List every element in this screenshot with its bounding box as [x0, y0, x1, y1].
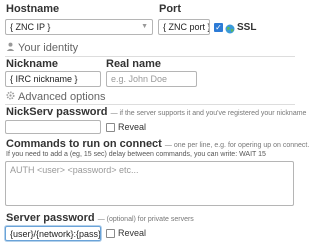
server-password-hint: — (optional) for private servers	[97, 216, 194, 223]
advanced-section-header: Advanced options	[6, 91, 105, 103]
realname-field[interactable]: e.g. John Doe	[106, 71, 197, 87]
nickserv-password-field[interactable]	[5, 120, 101, 134]
commands-hint-second-line: If you need to add a (eg, 15 sec) delay …	[6, 151, 266, 158]
port-label: Port	[159, 3, 181, 15]
hostname-field[interactable]: { ZNC IP } ▼	[5, 19, 153, 35]
commands-label: Commands to run on connect — one per lin…	[6, 138, 309, 150]
user-icon	[6, 42, 18, 54]
nickname-value: { IRC nickname }	[10, 74, 78, 84]
port-field[interactable]: { ZNC port }	[158, 19, 210, 35]
realname-placeholder: e.g. John Doe	[111, 74, 168, 84]
server-password-reveal-checkbox[interactable]	[106, 229, 115, 238]
server-password-label: Server password — (optional) for private…	[6, 212, 194, 224]
nickserv-label: NickServ password — if the server suppor…	[6, 106, 306, 118]
advanced-section-title: Advanced options	[18, 91, 106, 103]
ssl-checkbox[interactable]: ✓	[214, 23, 223, 32]
identity-section-header: Your identity	[6, 42, 78, 54]
nickname-field[interactable]: { IRC nickname }	[5, 71, 101, 87]
hostname-value: { ZNC IP }	[10, 22, 51, 32]
server-password-field[interactable]: {user}/{network}:{pass}	[5, 226, 101, 241]
identity-section-title: Your identity	[18, 42, 79, 54]
nickname-label: Nickname	[6, 58, 58, 70]
realname-label: Real name	[106, 58, 162, 70]
commands-placeholder: AUTH <user> <password> etc...	[10, 165, 139, 175]
server-password-reveal-label: Reveal	[118, 228, 147, 238]
nickserv-reveal-label: Reveal	[118, 122, 147, 132]
hostname-label: Hostname	[6, 3, 60, 15]
commands-label-text: Commands to run on connect	[6, 138, 162, 150]
nickserv-label-text: NickServ password	[6, 106, 108, 118]
commands-textarea[interactable]: AUTH <user> <password> etc...	[5, 161, 294, 206]
ssl-globe-icon	[225, 21, 235, 39]
gear-icon	[6, 91, 18, 103]
divider	[5, 104, 295, 105]
divider	[5, 56, 295, 57]
nickserv-hint: — if the server supports it and you've r…	[110, 110, 307, 117]
server-password-value: {user}/{network}:{pass}	[10, 228, 101, 239]
port-value: { ZNC port }	[163, 22, 210, 32]
server-password-label-text: Server password	[6, 212, 95, 224]
commands-hint: — one per line, e.g. for opering up on c…	[164, 142, 310, 149]
chevron-down-icon: ▼	[141, 23, 148, 30]
ssl-label: SSL	[237, 22, 257, 33]
nickserv-reveal-checkbox[interactable]	[106, 123, 115, 132]
